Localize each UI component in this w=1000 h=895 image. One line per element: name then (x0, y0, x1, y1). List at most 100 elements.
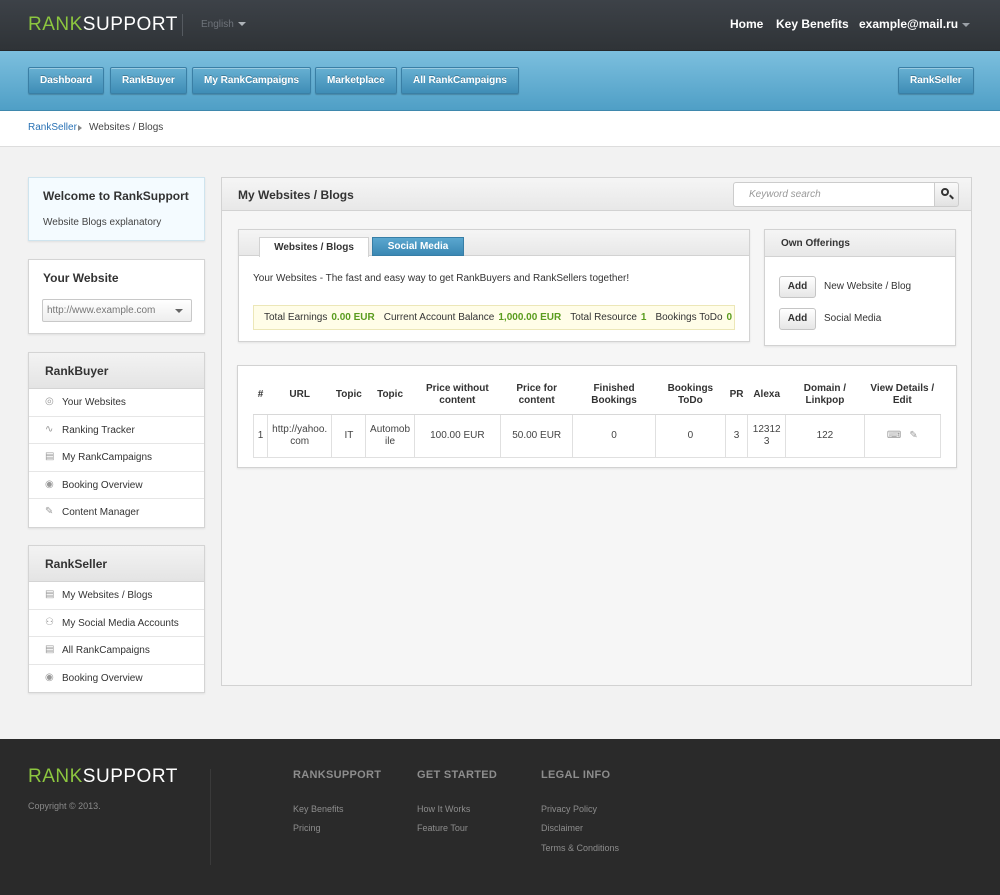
resource-value: 1 (640, 312, 647, 323)
tab-websites-blogs[interactable]: Websites / Blogs (259, 237, 369, 257)
cell-finished-bookings: 0 (572, 414, 656, 458)
column-header: PR (725, 377, 748, 415)
footer-link-feature-tour[interactable]: Feature Tour (417, 823, 468, 833)
earnings-value: 0.00 EUR (331, 312, 375, 323)
cell-alexa: 123123 (747, 414, 787, 458)
pulse-icon: ∿ (45, 423, 54, 435)
pencil-icon: ✎ (45, 506, 54, 518)
websites-table-panel: # URL Topic Topic Price without content … (237, 365, 957, 468)
nav-key-benefits-link[interactable]: Key Benefits (776, 17, 849, 31)
column-header: URL (267, 377, 332, 415)
welcome-box: Welcome to RankSupport Website Blogs exp… (28, 177, 205, 241)
logo[interactable]: RANKSUPPORT (28, 14, 178, 36)
view-details-icon[interactable]: ⌨ (887, 430, 901, 442)
nav-all-rankcampaigns-button[interactable]: All RankCampaigns (401, 67, 519, 94)
rankseller-menu: RankSeller ▤ My Websites / Blogs ⚇ My Soci… (28, 545, 205, 694)
eye-icon: ◉ (45, 478, 54, 490)
footer-link-pricing[interactable]: Pricing (293, 823, 321, 833)
language-select[interactable]: English (201, 19, 246, 30)
search-icon (941, 188, 949, 196)
page-title: My Websites / Blogs (238, 188, 354, 202)
cell-url: http://yahoo.com (267, 414, 333, 458)
sidebar-item-label: Your Websites (62, 397, 126, 408)
footer-link-privacy-policy[interactable]: Privacy Policy (541, 804, 597, 814)
column-header: Topic (365, 377, 415, 415)
nav-home-link[interactable]: Home (730, 17, 763, 31)
bookings-value: 0 (726, 312, 733, 323)
main-nav-bar: Dashboard RankBuyer My RankCampaigns Mar… (0, 51, 1000, 111)
tab-strip: Websites / Blogs Social Media (239, 230, 749, 257)
search-button[interactable] (934, 182, 959, 207)
add-website-button[interactable]: Add (779, 276, 816, 298)
sidebar-item-all-rankcampaigns[interactable]: ▤ All RankCampaigns (29, 637, 204, 665)
column-header: Finished Bookings (572, 377, 656, 415)
own-offerings-title: Own Offerings (765, 230, 955, 257)
edit-icon[interactable]: ✎ (909, 430, 917, 442)
nav-rankbuyer-button[interactable]: RankBuyer (110, 67, 187, 94)
sidebar-item-ranking-tracker[interactable]: ∿ Ranking Tracker (29, 416, 204, 445)
nav-rankseller-button[interactable]: RankSeller (898, 67, 974, 94)
sidebar-item-your-websites[interactable]: ◎ Your Websites (29, 389, 204, 417)
sidebar-item-label: Booking Overview (62, 672, 143, 684)
copyright: Copyright © 2013. (28, 801, 101, 811)
table-header-row: # URL Topic Topic Price without content … (253, 377, 941, 415)
chevron-down-icon (237, 22, 246, 27)
cell-price-without-content: 100.00 EUR (413, 414, 502, 458)
table-row: 1 http://yahoo.com IT Automobile 100.00 … (252, 414, 942, 458)
main-header: My Websites / Blogs Keyword search (222, 178, 971, 211)
cell-topic: IT (331, 414, 367, 458)
add-social-media-button[interactable]: Add (779, 308, 816, 330)
cell-price-for-content: 50.00 EUR (500, 414, 574, 458)
cell-bookings-todo: 0 (654, 414, 727, 458)
cell-topic: Automobile (365, 414, 415, 458)
top-bar: RANKSUPPORT English Home Key Benefits ex… (0, 0, 1000, 51)
sidebar-item-my-rankcampaigns[interactable]: ▤ My RankCampaigns (29, 444, 204, 472)
stats-bar: Total Earnings 0.00 EUR Current Account Ba… (253, 305, 735, 330)
sidebar-item-booking-overview[interactable]: ◉ Booking Overview (29, 664, 204, 693)
nav-dashboard-button[interactable]: Dashboard (28, 67, 105, 94)
breadcrumb-root-link[interactable]: RankSeller (28, 122, 77, 133)
footer-link-key-benefits[interactable]: Key Benefits (293, 804, 344, 814)
divider (182, 14, 183, 36)
welcome-subtitle: Website Blogs explanatory (43, 217, 162, 228)
footer-col-title: LEGAL INFO (541, 769, 611, 781)
search-placeholder: Keyword search (749, 189, 821, 200)
cell-pr: 3 (724, 414, 749, 458)
sidebar-item-my-social-media-accounts[interactable]: ⚇ My Social Media Accounts (29, 609, 204, 638)
sidebar-item-label: Booking Overview (62, 479, 143, 491)
rankbuyer-menu: RankBuyer ◎ Your Websites ∿ Ranking Tracke… (28, 352, 205, 528)
nav-marketplace-button[interactable]: Marketplace (315, 67, 397, 94)
footer-link-disclaimer[interactable]: Disclaimer (541, 823, 583, 833)
tab-social-media[interactable]: Social Media (372, 237, 464, 256)
divider (210, 769, 211, 865)
logo-part1: RANK (28, 14, 83, 35)
footer-link-how-it-works[interactable]: How It Works (417, 804, 470, 814)
main-panel: My Websites / Blogs Keyword search Websi… (221, 177, 972, 686)
footer: RANKSUPPORT Copyright © 2013. RANKSUPPOR… (0, 739, 1000, 895)
column-header: Price for content (500, 377, 573, 415)
sidebar-item-label: All RankCampaigns (62, 645, 150, 657)
footer-col-title: RANKSUPPORT (293, 769, 382, 781)
user-email: example@mail.ru (859, 17, 959, 31)
your-website-box: Your Website http://www.example.com (28, 259, 205, 334)
welcome-title: Welcome to RankSupport (43, 189, 189, 203)
offering-label: Social Media (824, 313, 882, 324)
column-header: Domain / Linkpop (785, 377, 865, 415)
bookings-label: Bookings ToDo (655, 312, 723, 323)
column-header: Bookings ToDo (655, 377, 726, 415)
nav-my-rankcampaigns-button[interactable]: My RankCampaigns (192, 67, 312, 94)
sidebar-item-content-manager[interactable]: ✎ Content Manager (29, 499, 204, 527)
sidebar-item-label: Content Manager (62, 507, 140, 519)
breadcrumb-current: Websites / Blogs (89, 122, 164, 133)
footer-logo[interactable]: RANKSUPPORT (28, 766, 178, 788)
sidebar-item-booking-overview[interactable]: ◉ Booking Overview (29, 471, 204, 500)
user-menu[interactable]: example@mail.ru (859, 17, 971, 31)
website-select[interactable]: http://www.example.com (42, 299, 192, 322)
rankbuyer-menu-title: RankBuyer (29, 353, 204, 389)
sidebar-item-my-websites-blogs[interactable]: ▤ My Websites / Blogs (29, 582, 204, 610)
column-header: Alexa (747, 377, 786, 415)
search-input[interactable]: Keyword search (733, 182, 935, 207)
document-icon: ▤ (45, 644, 55, 656)
website-select-value: http://www.example.com (47, 305, 156, 316)
footer-link-terms-conditions[interactable]: Terms & Conditions (541, 843, 619, 853)
